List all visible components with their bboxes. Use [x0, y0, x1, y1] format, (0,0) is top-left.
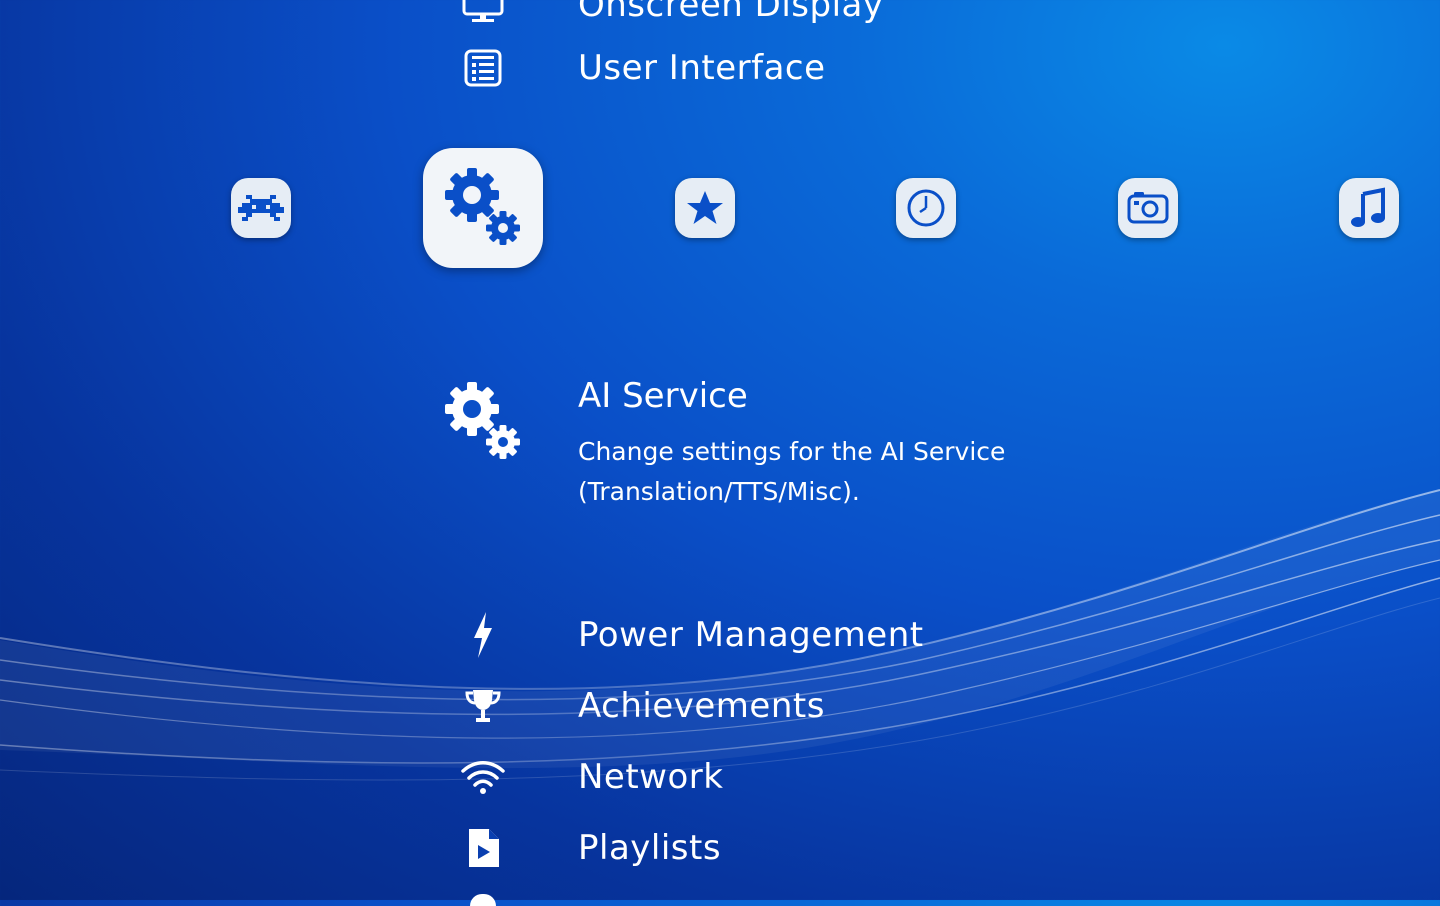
trophy-icon: [458, 681, 508, 731]
tab-main-menu[interactable]: [231, 178, 291, 238]
tab-music[interactable]: [1339, 178, 1399, 238]
tab-history[interactable]: [896, 178, 956, 238]
menu-item-user-interface[interactable]: User Interface: [0, 38, 1440, 98]
description-line-1: Change settings for the AI Service: [578, 437, 1006, 466]
music-note-icon: [1351, 187, 1385, 227]
menu-item-label: Network: [578, 757, 724, 797]
clock-icon: [907, 189, 945, 227]
description-line-2: (Translation/TTS/Misc).: [578, 477, 860, 506]
menu-item-label: User Interface: [578, 48, 826, 88]
selected-item-title: AI Service: [578, 376, 748, 416]
next-item-icon-partial: [470, 894, 496, 906]
tab-favorites[interactable]: [675, 178, 735, 238]
menu-item-playlists[interactable]: Playlists: [0, 818, 1440, 878]
settings-gears-icon: [445, 168, 520, 245]
menu-item-label: Power Management: [578, 615, 924, 655]
menu-item-network[interactable]: Network: [0, 747, 1440, 807]
monitor-icon: [458, 0, 508, 30]
menu-item-label: Playlists: [578, 828, 722, 868]
menu-item-achievements[interactable]: Achievements: [0, 676, 1440, 736]
list-icon: [458, 43, 508, 93]
wifi-icon: [458, 752, 508, 802]
camera-icon: [1127, 192, 1169, 224]
menu-item-label: Onscreen Display: [578, 0, 884, 25]
menu-item-onscreen-display[interactable]: Onscreen Display: [0, 0, 1440, 35]
lightning-icon: [458, 610, 508, 660]
playlist-file-icon: [458, 823, 508, 873]
menu-item-label: Achievements: [578, 686, 825, 726]
gears-icon: [445, 382, 520, 459]
tab-settings[interactable]: [423, 148, 543, 268]
retroarch-invader-icon: [238, 195, 284, 221]
tab-images[interactable]: [1118, 178, 1178, 238]
selected-item-description: Change settings for the AI Service (Tran…: [578, 432, 1005, 512]
menu-item-power-management[interactable]: Power Management: [0, 605, 1440, 665]
star-icon: [687, 191, 723, 224]
